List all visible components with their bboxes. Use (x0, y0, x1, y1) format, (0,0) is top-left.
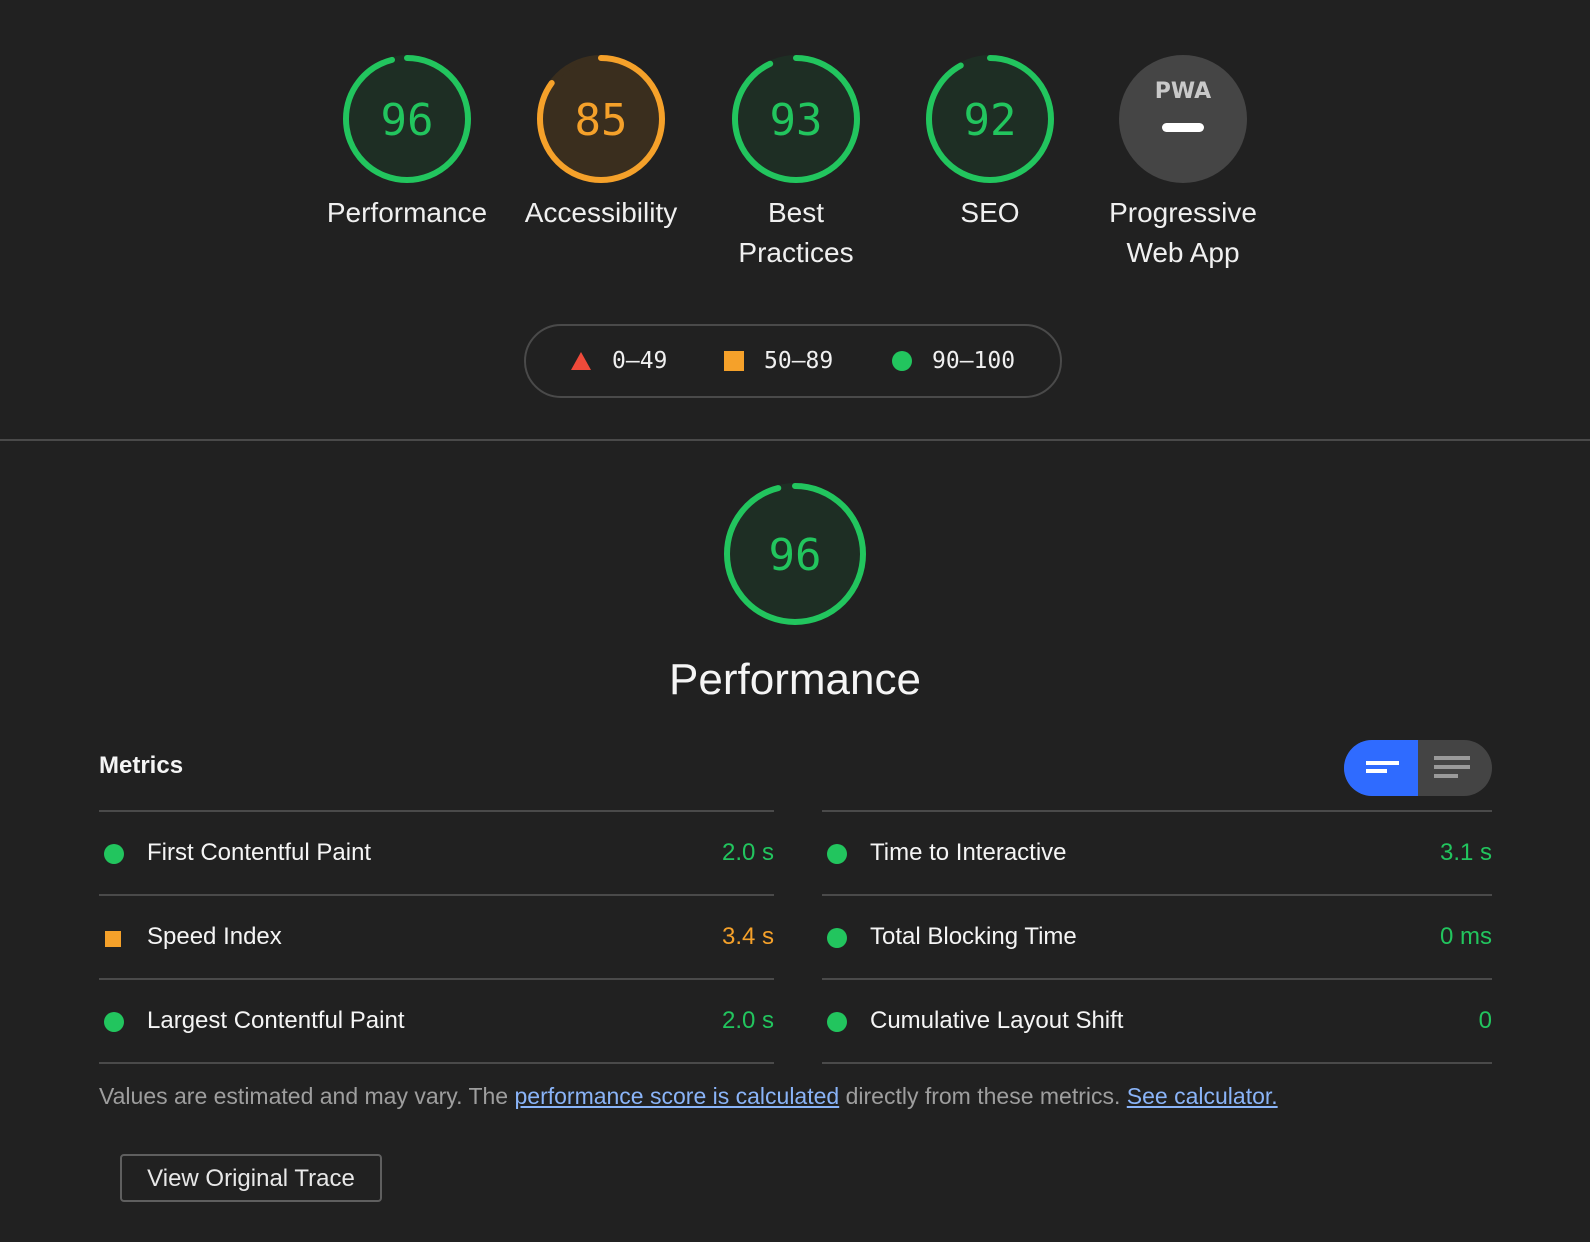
metric-name: First Contentful Paint (147, 839, 372, 866)
circle-icon (104, 1012, 124, 1032)
gauge-ring: 93 (732, 55, 860, 183)
gauge-seo[interactable]: 92 SEO (900, 53, 1080, 233)
status-icon (104, 1011, 124, 1039)
metrics-right-column: Time to Interactive 3.1 s Total Blocking… (822, 810, 1492, 1064)
circle-icon (827, 844, 847, 864)
gauge-score: 96 (381, 95, 434, 146)
pwa-badge: PWA (1119, 55, 1247, 183)
gauge-best-practices[interactable]: 93 Best Practices (706, 53, 886, 273)
gauge-ring: 85 (537, 55, 665, 183)
legend-range: 90–100 (932, 348, 1016, 374)
metrics-view-toggle (1344, 740, 1492, 796)
see-calculator-link[interactable]: See calculator. (1127, 1083, 1278, 1109)
metric-row: Cumulative Layout Shift 0 (822, 978, 1492, 1064)
metric-value: 3.1 s (1439, 839, 1492, 866)
metrics-footnote: Values are estimated and may vary. The p… (99, 1083, 1278, 1110)
legend-range: 50–89 (764, 348, 834, 374)
circle-icon (827, 1012, 847, 1032)
pwa-logo: PWA (1155, 79, 1211, 104)
legend-range: 0–49 (612, 348, 668, 374)
status-icon (827, 843, 847, 871)
gauge-label: Performance (326, 197, 488, 228)
circle-icon (104, 844, 124, 864)
performance-title: Performance (669, 655, 921, 704)
footnote-text: Values are estimated and may vary. The (99, 1083, 515, 1109)
metric-row: Largest Contentful Paint 2.0 s (99, 978, 774, 1064)
gauge-label: Progressive Web App (1109, 197, 1257, 268)
metric-row: Time to Interactive 3.1 s (822, 810, 1492, 894)
gauge-label: Accessibility (524, 197, 678, 228)
gauge-ring: 96 (343, 55, 471, 183)
status-icon (104, 843, 124, 871)
metric-name: Total Blocking Time (870, 923, 1077, 950)
gauge-score: 93 (770, 95, 823, 146)
performance-gauge: 96 (722, 481, 868, 627)
status-icon (827, 927, 847, 955)
metrics-title: Metrics (99, 752, 184, 779)
metric-row: First Contentful Paint 2.0 s (99, 810, 774, 894)
performance-score: 96 (769, 530, 822, 581)
legend-fail: 0–49 (570, 326, 667, 396)
score-calculation-link[interactable]: performance score is calculated (514, 1083, 839, 1109)
section-divider (0, 439, 1590, 441)
expanded-view-button[interactable] (1418, 740, 1492, 796)
metric-value: 0 ms (1439, 923, 1492, 950)
gauge-ring: 96 (724, 483, 866, 625)
circle-icon (827, 928, 847, 948)
gauge-label: SEO (960, 197, 1020, 228)
triangle-icon (571, 352, 591, 370)
square-icon (724, 351, 744, 371)
metric-name: Cumulative Layout Shift (870, 1007, 1124, 1034)
gauge-label: Best Practices (738, 197, 854, 268)
gauge-performance[interactable]: 96 Performance (317, 53, 497, 233)
metric-value: 0 (1478, 1007, 1492, 1034)
expanded-lines-icon (1434, 756, 1470, 778)
view-original-trace-button[interactable]: View Original Trace (120, 1154, 382, 1202)
gauge-score: 92 (964, 95, 1017, 146)
legend-pass: 90–100 (892, 326, 1015, 396)
metric-row: Speed Index 3.4 s (99, 894, 774, 978)
metric-name: Largest Contentful Paint (147, 1007, 405, 1034)
category-gauges: 96 Performance 85 Accessibility 93 Best … (0, 53, 1590, 293)
status-icon (104, 927, 122, 955)
metric-value: 3.4 s (721, 923, 774, 950)
score-legend: 0–49 50–89 90–100 (524, 324, 1062, 398)
circle-icon (892, 351, 912, 371)
gauge-ring: 92 (926, 55, 1054, 183)
gauge-score: 85 (575, 95, 628, 146)
status-icon (827, 1011, 847, 1039)
legend-average: 50–89 (724, 326, 833, 396)
metric-value: 2.0 s (721, 839, 774, 866)
metric-name: Speed Index (147, 923, 282, 950)
dash-icon (1162, 123, 1204, 132)
summary-view-button[interactable] (1344, 740, 1418, 796)
metric-name: Time to Interactive (870, 839, 1067, 866)
metric-value: 2.0 s (721, 1007, 774, 1034)
gauge-accessibility[interactable]: 85 Accessibility (511, 53, 691, 233)
footnote-text: directly from these metrics. (839, 1083, 1127, 1109)
metric-row: Total Blocking Time 0 ms (822, 894, 1492, 978)
square-icon (105, 931, 121, 947)
metrics-left-column: First Contentful Paint 2.0 s Speed Index… (99, 810, 774, 1064)
gauge-pwa[interactable]: PWA Progressive Web App (1093, 53, 1273, 273)
summary-lines-icon (1366, 761, 1399, 773)
